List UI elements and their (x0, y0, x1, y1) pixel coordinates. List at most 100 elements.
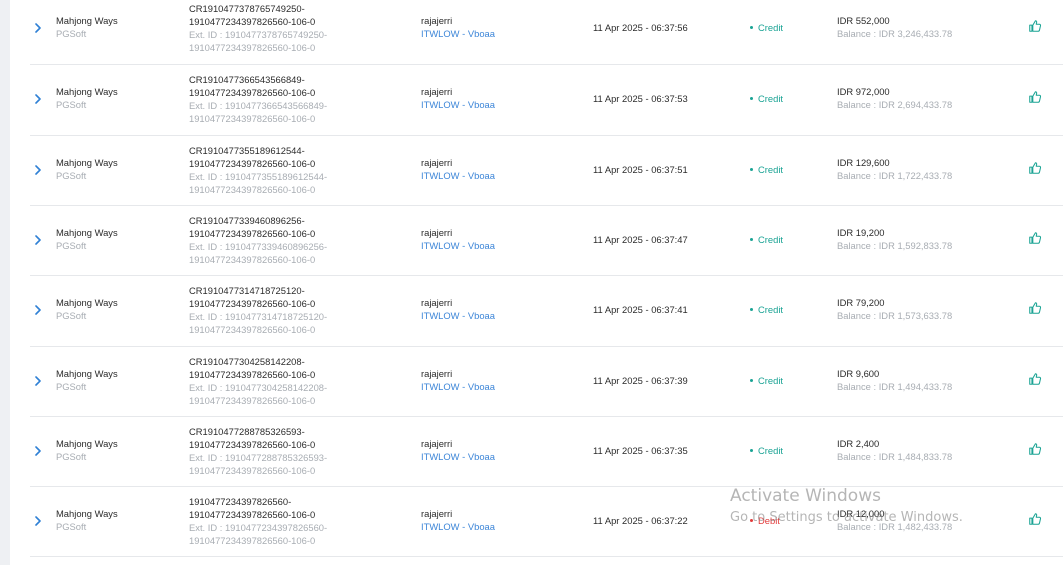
status-label: Credit (758, 164, 784, 175)
agent-link[interactable]: ITWLOW - Vboaa (421, 27, 495, 40)
status-dot-icon (750, 449, 753, 453)
status-dot-icon (750, 26, 753, 30)
agent-link[interactable]: ITWLOW - Vboaa (421, 309, 495, 322)
thumbs-up-icon[interactable] (1028, 161, 1042, 175)
thumbs-up-icon[interactable] (1028, 301, 1042, 315)
expand-row-chevron-icon[interactable] (33, 514, 43, 528)
page: Mahjong Ways PGSoft CR191047737876574925… (0, 0, 1063, 565)
game-name: Mahjong Ways (56, 368, 118, 379)
amount-value: IDR 12,000 (837, 508, 885, 519)
transaction-table: Mahjong Ways PGSoft CR191047737876574925… (10, 0, 1063, 565)
provider-name: PGSoft (56, 521, 87, 532)
external-id-line1: Ext. ID : 1910477288785326593- (189, 452, 328, 463)
username: rajajerri (421, 508, 453, 519)
expand-row-chevron-icon[interactable] (33, 233, 43, 247)
expand-row-chevron-icon[interactable] (33, 444, 43, 458)
status-badge: Credit (750, 374, 783, 387)
external-id-line2: 1910477234397826560-106-0 (189, 42, 316, 53)
external-id-line2: 1910477234397826560-106-0 (189, 254, 316, 265)
transaction-id-line2: 1910477234397826560-106-0 (189, 298, 316, 309)
table-row[interactable]: Mahjong Ways PGSoft CR191047730425814220… (30, 347, 1063, 417)
table-row[interactable]: Mahjong Ways PGSoft CR191047728878532659… (30, 417, 1063, 487)
game-name: Mahjong Ways (56, 297, 118, 308)
agent-link[interactable]: ITWLOW - Vboaa (421, 380, 495, 393)
external-id-line1: Ext. ID : 1910477378765749250- (189, 29, 328, 40)
amount-value: IDR 19,200 (837, 227, 885, 238)
balance: Balance : IDR 1,573,633.78 (837, 310, 953, 321)
table-row[interactable]: Mahjong Ways PGSoft CR191047733946089625… (30, 206, 1063, 276)
transaction-datetime: 11 Apr 2025 - 06:37:39 (593, 375, 688, 386)
external-id-line2: 1910477234397826560-106-0 (189, 113, 316, 124)
external-id-line1: Ext. ID : 1910477234397826560- (189, 522, 328, 533)
transaction-datetime: 11 Apr 2025 - 06:37:47 (593, 234, 688, 245)
transaction-id-line2: 1910477234397826560-106-0 (189, 16, 316, 27)
table-row[interactable]: Mahjong Ways PGSoft CR191047736654356684… (30, 65, 1063, 136)
game-name: Mahjong Ways (56, 157, 118, 168)
agent-link[interactable]: ITWLOW - Vboaa (421, 98, 495, 111)
thumbs-up-icon[interactable] (1028, 231, 1042, 245)
thumbs-up-icon[interactable] (1028, 19, 1042, 33)
transaction-datetime: 11 Apr 2025 - 06:37:35 (593, 445, 688, 456)
username: rajajerri (421, 438, 453, 449)
amount-value: IDR 129,600 (837, 157, 890, 168)
provider-name: PGSoft (56, 240, 87, 251)
expand-row-chevron-icon[interactable] (33, 374, 43, 388)
username: rajajerri (421, 86, 453, 97)
provider-name: PGSoft (56, 28, 87, 39)
transaction-id-line1: CR1910477378765749250- (189, 3, 305, 14)
agent-link[interactable]: ITWLOW - Vboaa (421, 169, 495, 182)
expand-row-chevron-icon[interactable] (33, 92, 43, 106)
transaction-datetime: 11 Apr 2025 - 06:37:53 (593, 93, 688, 104)
status-badge: Credit (750, 444, 783, 457)
balance: Balance : IDR 1,482,433.78 (837, 521, 953, 532)
amount: IDR 79,200 (837, 296, 884, 309)
thumbs-up-icon[interactable] (1028, 372, 1042, 386)
transaction-id-line2: 1910477234397826560-106-0 (189, 509, 316, 520)
provider-name: PGSoft (56, 99, 87, 110)
game-name: Mahjong Ways (56, 227, 118, 238)
expand-row-chevron-icon[interactable] (33, 21, 43, 35)
transaction-id-line1: CR1910477339460896256- (189, 215, 305, 226)
agent-link[interactable]: ITWLOW - Vboaa (421, 450, 495, 463)
transaction-id-line1: CR1910477288785326593- (189, 426, 305, 437)
status-label: Credit (758, 93, 784, 104)
status-badge: Credit (750, 233, 783, 246)
status-label: Credit (758, 445, 784, 456)
game-name: Mahjong Ways (56, 508, 118, 519)
table-row[interactable]: Mahjong Ways PGSoft CR191047737876574925… (30, 0, 1063, 65)
left-sidebar-strip (0, 0, 10, 565)
transaction-id-line2: 1910477234397826560-106-0 (189, 87, 316, 98)
expand-row-chevron-icon[interactable] (33, 163, 43, 177)
status-badge: Credit (750, 303, 783, 316)
game-name: Mahjong Ways (56, 15, 118, 26)
agent-link[interactable]: ITWLOW - Vboaa (421, 520, 495, 533)
username: rajajerri (421, 368, 453, 379)
game-name: Mahjong Ways (56, 86, 118, 97)
external-id-line1: Ext. ID : 1910477366543566849- (189, 100, 328, 111)
external-id-line2: 1910477234397826560-106-0 (189, 395, 316, 406)
username: rajajerri (421, 15, 453, 26)
transaction-id-line1: CR1910477366543566849- (189, 74, 305, 85)
table-row[interactable]: Mahjong Ways PGSoft CR191047731471872512… (30, 276, 1063, 347)
table-row[interactable]: Mahjong Ways PGSoft CR191047735518961254… (30, 136, 1063, 206)
status-dot-icon (750, 238, 753, 242)
amount: IDR 552,000 (837, 14, 890, 27)
amount: IDR 129,600 (837, 156, 890, 169)
balance: Balance : IDR 1,592,833.78 (837, 240, 953, 251)
transaction-id-line1: CR1910477355189612544- (189, 145, 305, 156)
amount: IDR 9,600 (837, 367, 879, 380)
status-dot-icon (750, 519, 753, 523)
thumbs-up-icon[interactable] (1028, 512, 1042, 526)
thumbs-up-icon[interactable] (1028, 442, 1042, 456)
external-id-line1: Ext. ID : 1910477339460896256- (189, 241, 328, 252)
username: rajajerri (421, 227, 453, 238)
external-id-line1: Ext. ID : 1910477355189612544- (189, 171, 328, 182)
transaction-id-line2: 1910477234397826560-106-0 (189, 158, 316, 169)
table-row[interactable]: Mahjong Ways PGSoft 1910477234397826560-… (30, 487, 1063, 557)
agent-link[interactable]: ITWLOW - Vboaa (421, 239, 495, 252)
amount-value: IDR 552,000 (837, 15, 890, 26)
status-label: Credit (758, 375, 784, 386)
thumbs-up-icon[interactable] (1028, 90, 1042, 104)
transaction-datetime: 11 Apr 2025 - 06:37:41 (593, 304, 688, 315)
expand-row-chevron-icon[interactable] (33, 303, 43, 317)
